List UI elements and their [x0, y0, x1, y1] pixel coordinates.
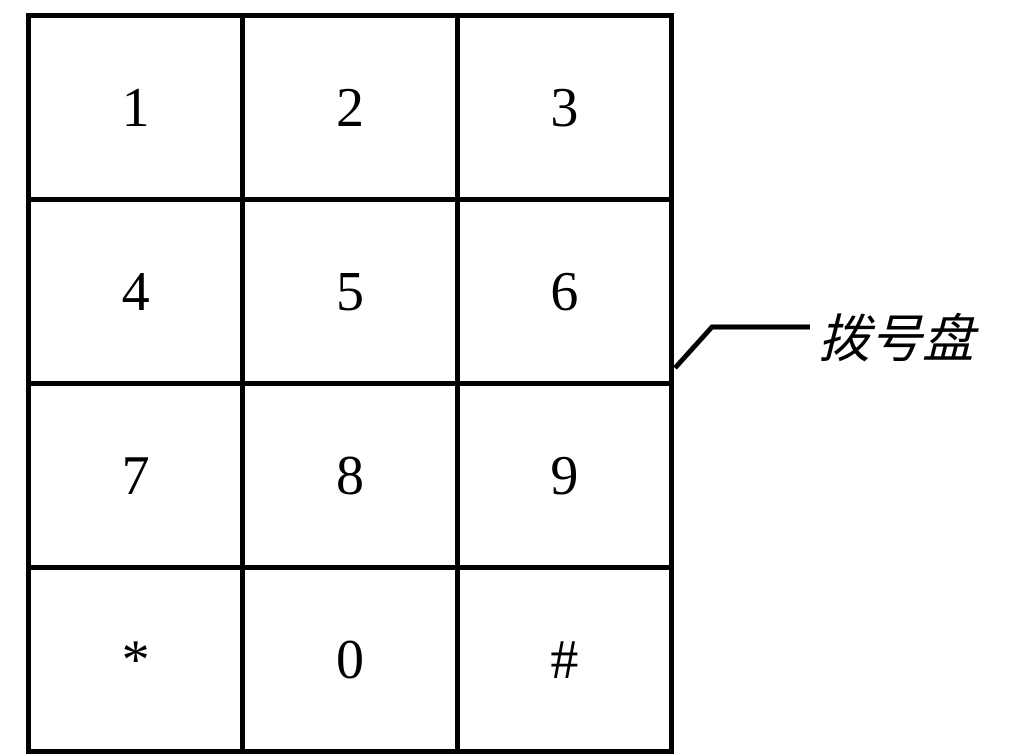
- key-star[interactable]: *: [29, 568, 243, 752]
- key-2[interactable]: 2: [243, 16, 457, 200]
- key-7[interactable]: 7: [29, 384, 243, 568]
- keypad-row: 4 5 6: [29, 200, 672, 384]
- key-4[interactable]: 4: [29, 200, 243, 384]
- key-hash[interactable]: #: [457, 568, 671, 752]
- diagram-stage: 1 2 3 4 5 6 7 8 9 * 0 # 拨号盘: [0, 0, 1015, 735]
- callout-line: [672, 235, 832, 375]
- keypad-row: * 0 #: [29, 568, 672, 752]
- keypad-label: 拨号盘: [818, 297, 974, 372]
- key-1[interactable]: 1: [29, 16, 243, 200]
- keypad-grid: 1 2 3 4 5 6 7 8 9 * 0 #: [26, 13, 674, 754]
- key-5[interactable]: 5: [243, 200, 457, 384]
- key-0[interactable]: 0: [243, 568, 457, 752]
- keypad-row: 7 8 9: [29, 384, 672, 568]
- key-8[interactable]: 8: [243, 384, 457, 568]
- key-9[interactable]: 9: [457, 384, 671, 568]
- keypad-row: 1 2 3: [29, 16, 672, 200]
- key-6[interactable]: 6: [457, 200, 671, 384]
- key-3[interactable]: 3: [457, 16, 671, 200]
